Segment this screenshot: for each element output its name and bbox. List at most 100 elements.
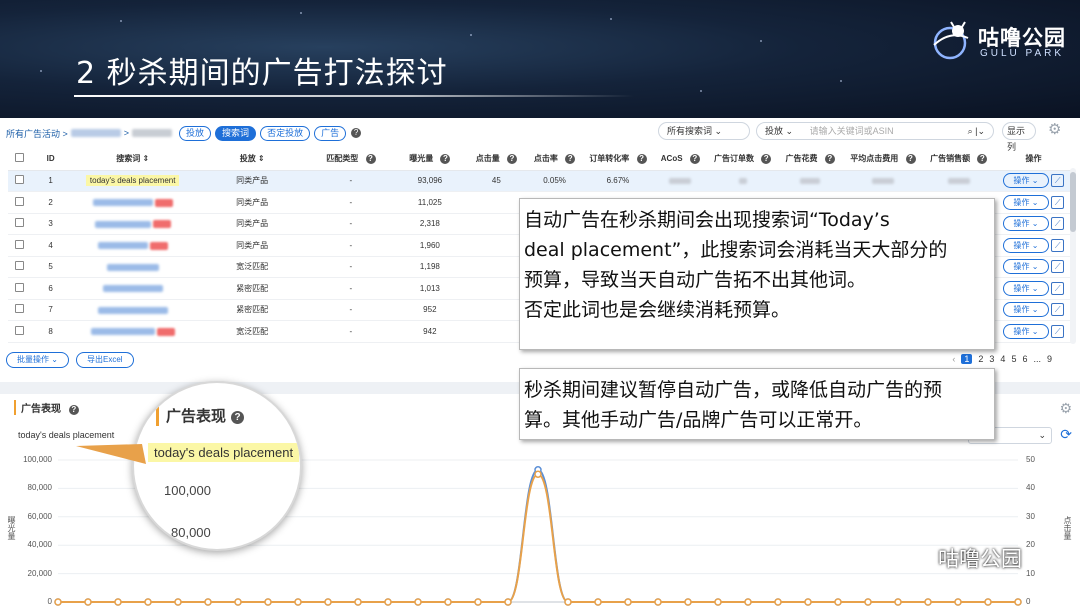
help-icon[interactable]: ?: [365, 154, 376, 165]
target-select[interactable]: 投放: [765, 126, 783, 136]
breadcrumb-group-redacted[interactable]: [132, 129, 173, 137]
help-icon[interactable]: ?: [905, 154, 916, 165]
page-3[interactable]: 3: [989, 354, 994, 364]
data-point[interactable]: [804, 598, 812, 606]
row-checkbox[interactable]: [8, 277, 31, 300]
tab-search-terms[interactable]: 搜索词: [215, 125, 257, 141]
cell-search-term[interactable]: [70, 277, 196, 300]
action-button[interactable]: 操作 ⌄: [1002, 323, 1049, 339]
data-point[interactable]: [324, 598, 332, 606]
data-point[interactable]: [84, 598, 92, 606]
search-input[interactable]: 请输入关键词或ASIN: [810, 126, 894, 136]
cell-search-term[interactable]: [70, 299, 196, 321]
chart-icon[interactable]: ⟋: [1051, 324, 1065, 338]
data-point[interactable]: [954, 598, 962, 606]
page-6[interactable]: 6: [1022, 354, 1027, 364]
data-point[interactable]: [864, 598, 872, 606]
row-checkbox[interactable]: [8, 299, 31, 321]
col-cvr[interactable]: 订单转化率 ?: [583, 148, 653, 171]
data-point[interactable]: [294, 598, 302, 606]
data-point[interactable]: [834, 598, 842, 606]
data-point[interactable]: [144, 598, 152, 606]
search-box[interactable]: 投放 ⌄ 请输入关键词或ASIN ⌕ |⌄: [756, 122, 994, 140]
export-excel-button[interactable]: 导出Excel: [76, 352, 134, 368]
action-button[interactable]: 操作 ⌄: [1002, 280, 1049, 296]
data-point[interactable]: [594, 598, 602, 606]
scroll-thumb[interactable]: [1070, 172, 1076, 232]
data-point[interactable]: [444, 598, 452, 606]
col-avg-cpc[interactable]: 平均点击费用 ?: [843, 148, 923, 171]
help-icon[interactable]: ?: [689, 153, 700, 164]
table-scrollbar[interactable]: [1070, 168, 1076, 344]
search-icon[interactable]: ⌕ |⌄: [968, 123, 985, 139]
gear-icon[interactable]: ⚙: [1048, 122, 1064, 138]
prev-page-icon[interactable]: ‹: [952, 354, 955, 364]
cell-search-term[interactable]: [70, 234, 196, 257]
cell-search-term[interactable]: [70, 191, 196, 214]
data-point[interactable]: [714, 598, 722, 606]
action-button[interactable]: 操作 ⌄: [1002, 259, 1049, 275]
help-icon[interactable]: ?: [761, 154, 772, 165]
data-point[interactable]: [114, 598, 122, 606]
data-point[interactable]: [894, 598, 902, 606]
data-point[interactable]: [204, 598, 212, 606]
col-id[interactable]: ID: [30, 148, 71, 171]
chart-icon[interactable]: ⟋: [1051, 260, 1065, 274]
data-point[interactable]: [744, 598, 752, 606]
data-point[interactable]: [654, 598, 662, 606]
page-9[interactable]: 9: [1047, 354, 1052, 364]
data-point[interactable]: [54, 598, 62, 606]
tab-negative-targeting[interactable]: 否定投放: [260, 125, 311, 141]
page-5[interactable]: 5: [1011, 354, 1016, 364]
show-columns-button[interactable]: 显示列: [1002, 122, 1036, 152]
col-ctr[interactable]: 点击率 ?: [525, 148, 584, 171]
tab-targeting[interactable]: 投放: [179, 125, 212, 141]
help-icon[interactable]: ?: [506, 154, 517, 165]
cell-search-term[interactable]: today's deals placement: [70, 170, 196, 192]
col-match-type[interactable]: 匹配类型 ?: [309, 148, 393, 171]
row-checkbox[interactable]: [8, 256, 31, 278]
cell-search-term[interactable]: [70, 320, 196, 343]
col-ad-sales[interactable]: 广告销售额 ?: [922, 148, 996, 171]
action-button[interactable]: 操作 ⌄: [1002, 302, 1049, 318]
col-search-term[interactable]: 搜索词 ⇕: [70, 148, 196, 171]
col-clicks[interactable]: 点击量 ?: [467, 148, 526, 171]
chart-icon[interactable]: ⟋: [1051, 217, 1065, 231]
data-point[interactable]: [1014, 598, 1022, 606]
help-icon[interactable]: ?: [636, 154, 647, 165]
chart-icon[interactable]: ⟋: [1051, 303, 1065, 317]
row-checkbox[interactable]: [8, 191, 31, 214]
row-checkbox[interactable]: [8, 213, 31, 235]
data-point[interactable]: [984, 598, 992, 606]
chart-icon[interactable]: ⟋: [1051, 174, 1065, 188]
data-point[interactable]: [384, 598, 392, 606]
row-checkbox[interactable]: [8, 170, 31, 192]
col-acos[interactable]: ACoS ?: [652, 148, 709, 171]
action-button[interactable]: 操作 ⌄: [1002, 216, 1049, 232]
page-1[interactable]: 1: [961, 354, 973, 364]
col-impressions[interactable]: 曝光量 ?: [392, 148, 468, 171]
help-icon[interactable]: ?: [351, 128, 362, 138]
help-icon[interactable]: ?: [977, 154, 988, 165]
help-icon[interactable]: ?: [440, 154, 451, 165]
help-icon[interactable]: ?: [824, 154, 835, 165]
col-target[interactable]: 投放 ⇕: [195, 148, 310, 171]
data-point[interactable]: [624, 598, 632, 606]
chart-icon[interactable]: ⟋: [1051, 281, 1065, 295]
breadcrumb-campaign-redacted[interactable]: [70, 129, 121, 137]
data-point[interactable]: [774, 598, 782, 606]
search-scope-select[interactable]: 所有搜索词 ⌄: [658, 122, 750, 140]
select-all-checkbox[interactable]: [8, 148, 31, 171]
col-ad-spend[interactable]: 广告花费 ?: [776, 148, 844, 171]
tab-ads[interactable]: 广告: [314, 125, 347, 141]
action-button[interactable]: 操作 ⌄: [1002, 194, 1049, 210]
data-point[interactable]: [534, 470, 542, 478]
page-4[interactable]: 4: [1000, 354, 1005, 364]
data-point[interactable]: [414, 598, 422, 606]
data-point[interactable]: [264, 598, 272, 606]
row-checkbox[interactable]: [8, 234, 31, 257]
chart-icon[interactable]: ⟋: [1051, 238, 1065, 252]
bulk-actions-button[interactable]: 批量操作 ⌄: [6, 352, 69, 368]
data-point[interactable]: [504, 598, 512, 606]
data-point[interactable]: [684, 598, 692, 606]
